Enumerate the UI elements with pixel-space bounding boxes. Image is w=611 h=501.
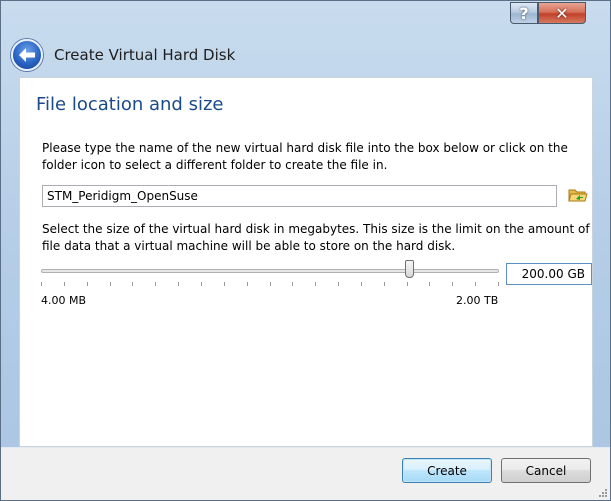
title-bar: ? ✕ [1,1,610,31]
slider-track [41,269,499,273]
slider-tick [201,282,202,286]
file-instructions: Please type the name of the new virtual … [42,141,568,172]
create-button[interactable]: Create [402,458,492,483]
slider-min-label: 4.00 MB [41,294,87,307]
slider-thumb[interactable] [405,260,414,278]
slider-tick [452,282,453,286]
slider-tick [87,282,88,286]
slider-tick [384,282,385,286]
close-button[interactable]: ✕ [538,2,586,24]
back-button[interactable] [11,39,43,71]
slider-max-label: 2.00 TB [456,294,499,307]
section-title: File location and size [36,94,224,115]
help-button[interactable]: ? [510,2,538,24]
size-slider[interactable] [41,260,499,290]
slider-tick [407,282,408,286]
content-panel: File location and size Please type the n… [19,77,593,447]
slider-tick [361,282,362,286]
slider-tick [338,282,339,286]
slider-tick [270,282,271,286]
slider-tick [110,282,111,286]
dialog-window: ? ✕ Create Virtual Hard Disk File locati… [0,0,611,501]
file-name-input[interactable] [42,185,557,207]
slider-tick [475,282,476,286]
slider-tick [41,282,42,286]
slider-tick [429,282,430,286]
slider-tick [155,282,156,286]
slider-tick [178,282,179,286]
slider-tick [247,282,248,286]
slider-tick [64,282,65,286]
back-arrow-icon [19,48,35,62]
folder-open-icon [568,189,588,202]
size-input[interactable] [506,263,592,285]
slider-tick [224,282,225,286]
resize-grip-icon[interactable] [598,488,608,498]
slider-tick [315,282,316,286]
size-instructions: Select the size of the virtual hard disk… [42,222,590,253]
cancel-button[interactable]: Cancel [501,458,591,483]
slider-tick [292,282,293,286]
slider-tick [498,282,499,286]
dialog-title: Create Virtual Hard Disk [54,46,236,64]
choose-folder-button[interactable] [567,184,589,206]
slider-tick [132,282,133,286]
